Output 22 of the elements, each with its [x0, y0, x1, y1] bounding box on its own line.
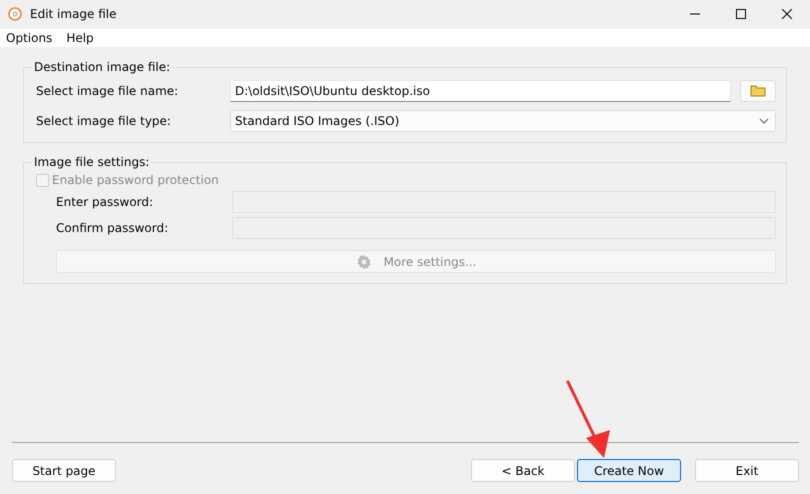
- chevron-down-icon: [759, 118, 769, 124]
- file-name-field[interactable]: D:\oldsit\ISO\Ubuntu desktop.iso: [230, 80, 731, 102]
- group-title: Destination image file:: [33, 60, 172, 74]
- maximize-icon[interactable]: [736, 9, 746, 19]
- menu-item[interactable]: Options: [6, 31, 52, 45]
- field-label: Select image file type:: [36, 114, 172, 128]
- dialog-button[interactable]: < Back: [471, 459, 575, 482]
- window-title: Edit image file: [30, 7, 117, 21]
- start-page-button[interactable]: Start page: [12, 459, 116, 482]
- field-label: Select image file name:: [36, 84, 180, 98]
- disc-icon: [8, 7, 22, 21]
- close-icon[interactable]: [782, 9, 792, 19]
- field-label: Enter password:: [56, 195, 154, 209]
- folder-icon: [750, 85, 766, 97]
- dialog-button[interactable]: Create Now: [577, 459, 681, 482]
- file-type-dropdown[interactable]: Standard ISO Images (.ISO): [230, 110, 776, 132]
- dialog-button[interactable]: Exit: [695, 459, 799, 482]
- browse-button[interactable]: [740, 80, 776, 102]
- field-label: Confirm password:: [56, 221, 170, 235]
- gear-icon: [356, 254, 372, 270]
- group-title: Image file settings:: [33, 155, 150, 169]
- menu-item[interactable]: Help: [66, 31, 94, 45]
